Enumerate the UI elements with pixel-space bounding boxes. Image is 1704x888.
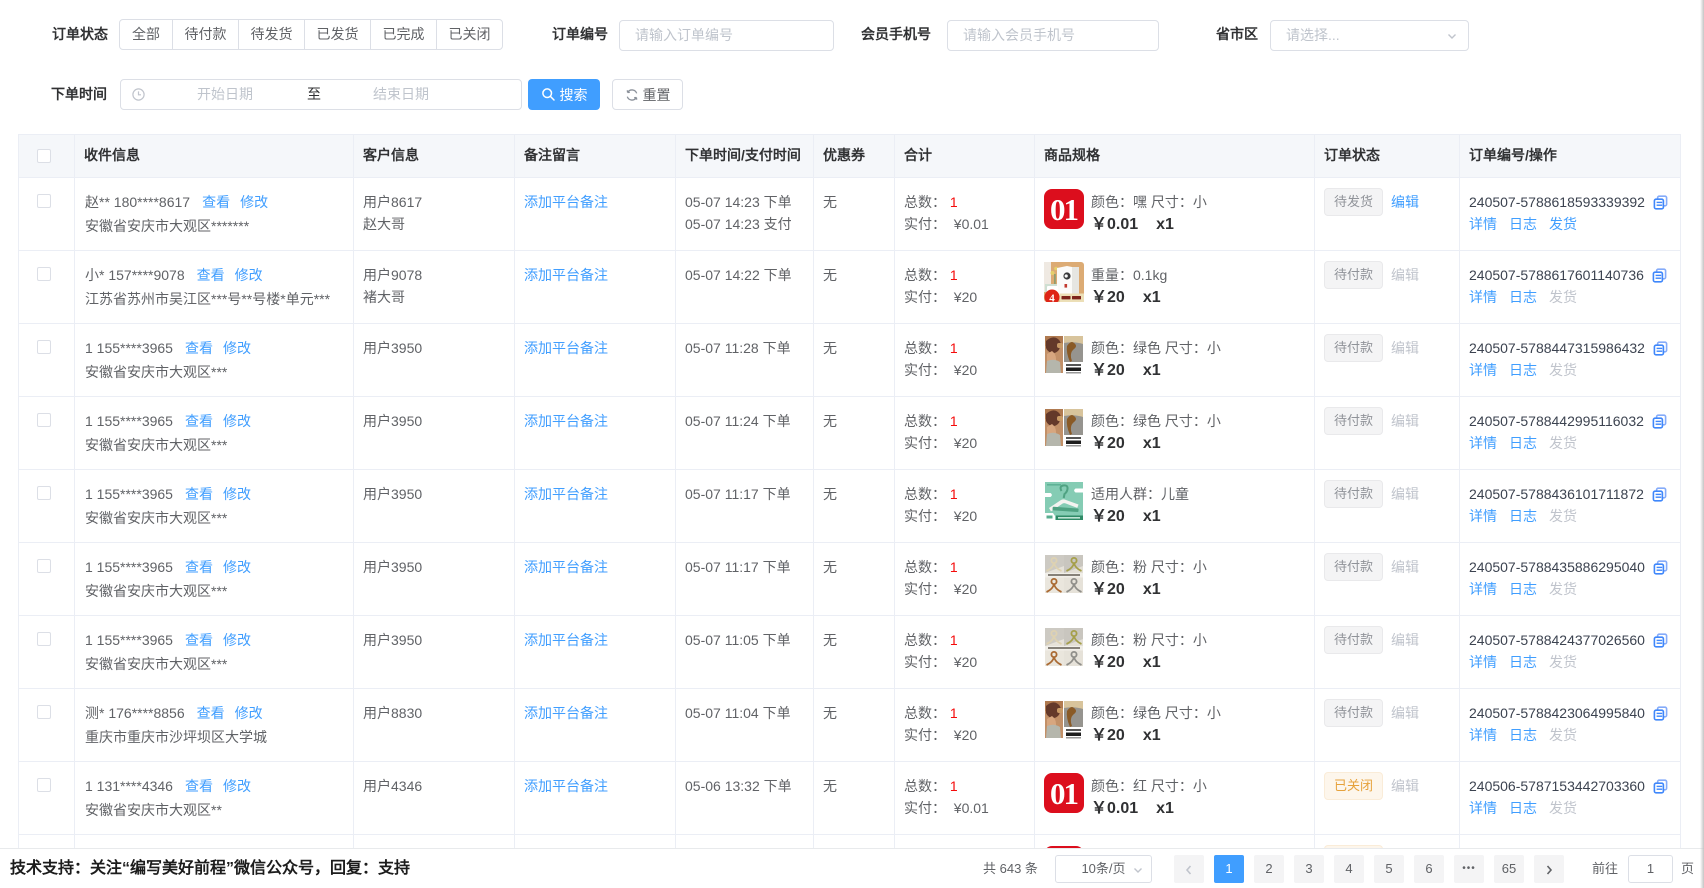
svg-text:01: 01	[1050, 776, 1078, 811]
svg-text:4: 4	[1049, 293, 1055, 303]
svg-text:01: 01	[1050, 192, 1078, 227]
